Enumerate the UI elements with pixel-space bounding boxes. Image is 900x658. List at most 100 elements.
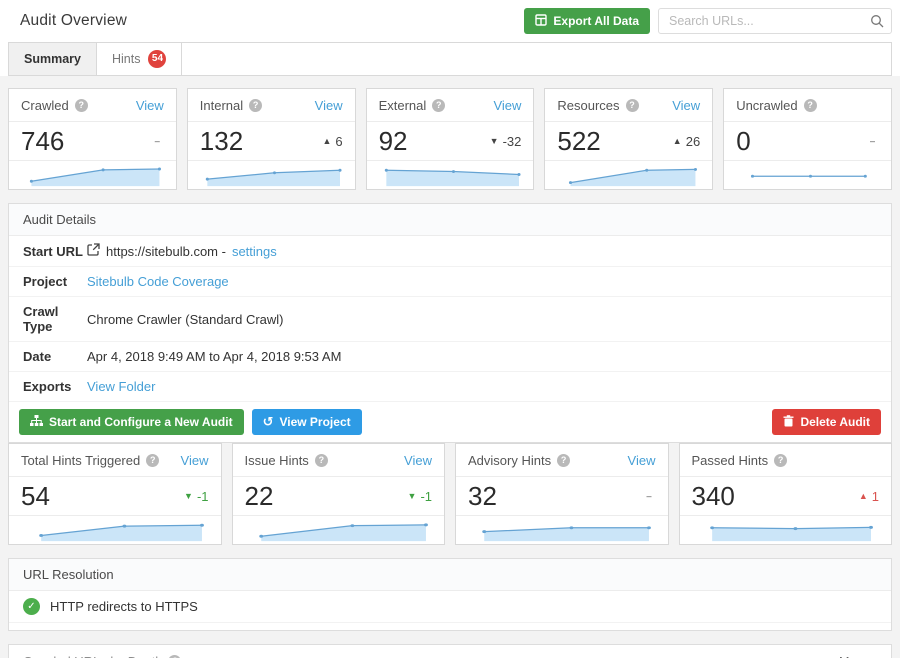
view-link[interactable]: View [404,453,432,468]
hints-count-badge: 54 [148,50,166,68]
stat-delta: – [870,136,879,146]
header-controls: Export All Data [524,8,892,34]
view-link[interactable]: View [315,98,343,113]
help-icon[interactable] [626,99,639,112]
sitemap-icon [30,415,43,430]
crawled-urls-by-depth-panel: Crawled URLs by Depth More [8,644,892,658]
export-icon [535,14,547,29]
project-link[interactable]: Sitebulb Code Coverage [87,274,229,289]
view-project-label: View Project [279,415,350,429]
crawl-stat-cards: Crawled View 746 – Internal View 132 [8,88,892,190]
stat-value: 132 [200,126,243,157]
search-input[interactable] [658,8,892,34]
more-dropdown[interactable]: More [839,655,877,658]
detail-label: Exports [23,379,87,394]
url-resolution-text: HTTP redirects to HTTPS [50,599,198,614]
tab-bar: Summary Hints 54 [8,42,892,76]
sparkline-chart [10,161,175,188]
help-icon[interactable] [557,454,570,467]
trash-icon [783,415,794,430]
card-title: External [379,98,427,113]
detail-row-crawl-type: Crawl Type Chrome Crawler (Standard Craw… [9,297,891,342]
stat-delta: ▲6 [322,134,342,149]
stat-value: 522 [557,126,600,157]
tab-hints[interactable]: Hints 54 [97,43,182,75]
help-icon[interactable] [315,454,328,467]
crawl-type-value: Chrome Crawler (Standard Crawl) [87,312,284,327]
detail-label: Project [23,274,87,289]
help-icon[interactable] [75,99,88,112]
export-button-label: Export All Data [553,14,639,28]
detail-label: Date [23,349,87,364]
stat-card-external: External View 92 ▼-32 [366,88,535,190]
stat-card-passed-hints: Passed Hints 340 ▲1 [679,443,893,545]
stat-delta: ▼-32 [490,134,522,149]
rotate-icon [263,414,274,430]
help-icon[interactable] [774,454,787,467]
stat-card-resources: Resources View 522 ▲26 [544,88,713,190]
stat-value: 0 [736,126,750,157]
sparkline-chart [10,516,220,543]
search-icon[interactable] [870,14,884,33]
header-bar: Audit Overview Export All Data [0,0,900,42]
tab-summary[interactable]: Summary [9,43,97,75]
hint-stat-cards: Total Hints Triggered View 54 ▼-1 Issue … [8,443,892,545]
stat-card-total-hints: Total Hints Triggered View 54 ▼-1 [8,443,222,545]
start-new-audit-button[interactable]: Start and Configure a New Audit [19,409,244,435]
panel-header: Crawled URLs by Depth More [9,645,891,658]
depth-panel-title: Crawled URLs by Depth [23,654,162,658]
stat-delta: – [646,491,655,501]
stat-card-advisory-hints: Advisory Hints View 32 – [455,443,669,545]
date-value: Apr 4, 2018 9:49 AM to Apr 4, 2018 9:53 … [87,349,341,364]
sparkline-chart [368,161,533,188]
help-icon[interactable] [249,99,262,112]
stat-card-crawled: Crawled View 746 – [8,88,177,190]
sparkline-chart [234,516,444,543]
view-link[interactable]: View [672,98,700,113]
card-title: Issue Hints [245,453,309,468]
sparkline-chart [681,516,891,543]
view-link[interactable]: View [493,98,521,113]
tab-summary-label: Summary [24,52,81,66]
url-resolution-item: HTTP redirects to HTTPS [9,591,891,623]
view-link[interactable]: View [628,453,656,468]
external-link-icon[interactable] [87,243,100,259]
view-folder-link[interactable]: View Folder [87,379,155,394]
start-new-audit-label: Start and Configure a New Audit [49,415,233,429]
card-title: Total Hints Triggered [21,453,140,468]
more-label: More [839,655,867,658]
help-icon[interactable] [146,454,159,467]
view-link[interactable]: View [136,98,164,113]
export-all-data-button[interactable]: Export All Data [524,8,650,34]
card-title: Advisory Hints [468,453,551,468]
help-icon[interactable] [432,99,445,112]
card-title: Resources [557,98,619,113]
detail-label: Crawl Type [23,304,87,334]
start-url-text: https://sitebulb.com - [106,244,226,259]
sparkline-chart [457,516,667,543]
detail-row-date: Date Apr 4, 2018 9:49 AM to Apr 4, 2018 … [9,342,891,372]
stat-delta: ▼-1 [184,489,208,504]
detail-row-project: Project Sitebulb Code Coverage [9,267,891,297]
search-box [658,8,892,34]
page-content: Crawled View 746 – Internal View 132 [0,76,900,658]
stat-delta: – [155,136,164,146]
stat-delta: ▲26 [673,134,700,149]
card-title: Passed Hints [692,453,769,468]
stat-value: 32 [468,481,497,512]
panel-header: Audit Details [9,204,891,236]
card-title: Uncrawled [736,98,797,113]
delete-audit-label: Delete Audit [800,415,870,429]
settings-link[interactable]: settings [232,244,277,259]
stat-value: 54 [21,481,50,512]
stat-value: 22 [245,481,274,512]
url-resolution-panel: URL Resolution HTTP redirects to HTTPS [8,558,892,631]
view-link[interactable]: View [181,453,209,468]
stat-value: 92 [379,126,408,157]
detail-label: Start URL [23,244,87,259]
delete-audit-button[interactable]: Delete Audit [772,409,881,435]
help-icon[interactable] [804,99,817,112]
audit-actions: Start and Configure a New Audit View Pro… [9,402,891,442]
panel-header: URL Resolution [9,559,891,591]
view-project-button[interactable]: View Project [252,409,362,435]
